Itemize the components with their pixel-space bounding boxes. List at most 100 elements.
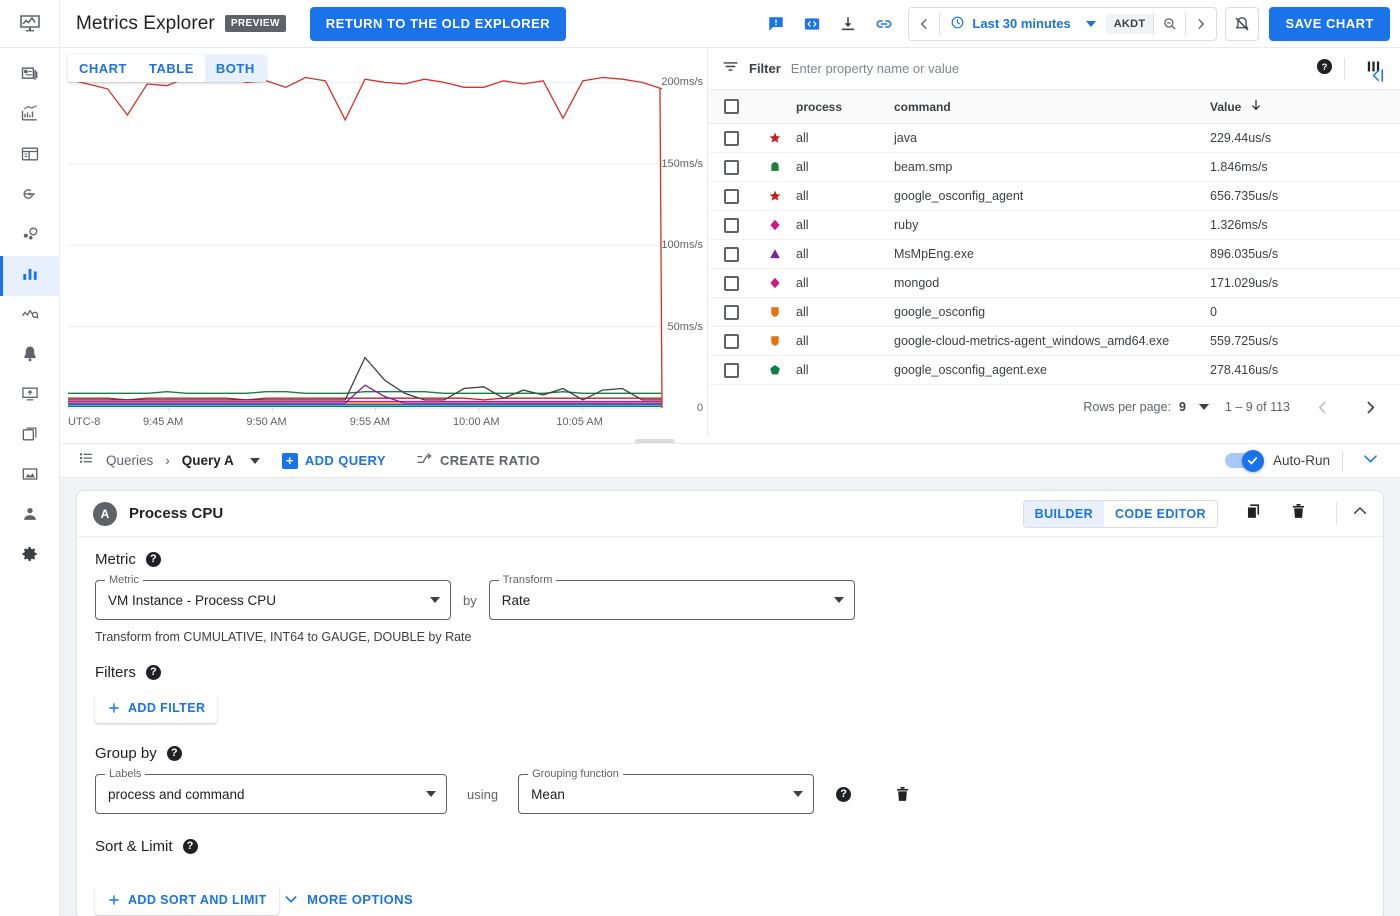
row-checkbox[interactable]	[723, 304, 739, 320]
cell-process: all	[796, 218, 809, 232]
auto-run-toggle[interactable]	[1224, 449, 1264, 472]
help-icon[interactable]: ?	[182, 839, 198, 854]
table-row[interactable]: all ruby 1.326ms/s	[708, 211, 1400, 240]
help-icon[interactable]: ?	[1315, 57, 1334, 81]
row-checkbox[interactable]	[723, 159, 739, 175]
column-header-process[interactable]: process	[796, 100, 894, 114]
filter-input[interactable]	[790, 61, 1305, 76]
row-checkbox[interactable]	[723, 362, 739, 378]
download-icon[interactable]	[832, 8, 864, 40]
chevron-down-icon[interactable]	[1355, 449, 1386, 473]
help-icon[interactable]: ?	[836, 786, 852, 802]
time-next-button[interactable]	[1186, 8, 1216, 40]
sidebar-item-dashboards[interactable]	[0, 56, 60, 96]
delete-group-by-icon[interactable]	[893, 785, 912, 804]
sidebar-item-settings[interactable]	[0, 536, 60, 576]
table-row[interactable]: all MsMpEng.exe 896.035us/s	[708, 240, 1400, 269]
create-ratio-button[interactable]: CREATE RATIO	[416, 451, 540, 471]
transform-select[interactable]: Transform Rate	[488, 574, 855, 620]
sidebar-item-services[interactable]	[0, 136, 60, 176]
trash-icon[interactable]	[1289, 502, 1308, 526]
code-icon[interactable]	[796, 8, 828, 40]
metrics-line-chart[interactable]	[60, 48, 708, 436]
row-checkbox[interactable]	[723, 246, 739, 262]
series-marker-icon	[754, 248, 796, 260]
view-mode-both[interactable]: BOTH	[204, 55, 266, 82]
row-checkbox[interactable]	[723, 275, 739, 291]
table-row[interactable]: all google_osconfig_agent 656.735us/s	[708, 182, 1400, 211]
queries-label[interactable]: Queries	[106, 453, 153, 468]
monitoring-logo-icon[interactable]	[0, 0, 60, 48]
return-to-old-explorer-button[interactable]: RETURN TO THE OLD EXPLORER	[309, 6, 567, 41]
help-icon[interactable]: ?	[166, 746, 182, 761]
add-sort-and-limit-button[interactable]: ADD SORT AND LIMIT	[95, 885, 279, 915]
alert-off-icon[interactable]	[1225, 6, 1260, 41]
sidebar-item-sync[interactable]	[0, 416, 60, 456]
time-prev-button[interactable]	[909, 8, 939, 40]
row-checkbox[interactable]	[723, 130, 739, 146]
view-mode-chart[interactable]: CHART	[68, 55, 138, 82]
help-icon[interactable]: ?	[145, 552, 161, 567]
tab-builder[interactable]: BUILDER	[1023, 500, 1104, 527]
sidebar-item-profile[interactable]	[0, 496, 60, 536]
sidebar-item-metrics-explorer[interactable]	[0, 256, 60, 296]
sidebar-item-uptime-checks[interactable]	[0, 176, 60, 216]
x-axis-timezone-label: UTC-8	[68, 416, 101, 428]
sidebar-item-alerting[interactable]	[0, 336, 60, 376]
timezone-chip[interactable]: AKDT	[1105, 13, 1154, 34]
group-by-labels-select[interactable]: Labels process and command	[95, 768, 447, 814]
arrow-down-icon[interactable]	[1249, 98, 1263, 115]
chevron-down-icon	[793, 791, 804, 797]
column-header-value[interactable]: Value	[1210, 100, 1241, 114]
grid-panel-icon	[20, 144, 40, 169]
query-card-title: Process CPU	[129, 505, 224, 522]
more-options-button[interactable]: MORE OPTIONS	[283, 891, 413, 907]
table-row[interactable]: all java 229.44us/s	[708, 124, 1400, 153]
sidebar-item-uptime[interactable]	[0, 376, 60, 416]
gear-icon	[20, 544, 40, 569]
column-header-command[interactable]: command	[894, 100, 1210, 114]
pagination-prev-button[interactable]	[1306, 391, 1338, 423]
view-mode-toggle: CHART TABLE BOTH	[68, 55, 266, 82]
table-row[interactable]: all google_osconfig_agent.exe 278.416us/s	[708, 356, 1400, 385]
select-all-checkbox[interactable]	[723, 99, 739, 114]
row-checkbox[interactable]	[723, 217, 739, 233]
table-row[interactable]: all google_osconfig 0	[708, 298, 1400, 327]
left-nav-rail	[0, 0, 60, 916]
sidebar-item-trace-explorer[interactable]	[0, 296, 60, 336]
link-icon[interactable]	[868, 8, 900, 40]
duplicate-icon[interactable]	[1244, 502, 1263, 526]
sidebar-item-snapshot[interactable]	[0, 456, 60, 496]
metric-section-title: Metric	[95, 551, 136, 568]
x-axis-tick-label: 9:45 AM	[142, 416, 184, 428]
tab-code-editor[interactable]: CODE EDITOR	[1104, 500, 1217, 527]
create-ratio-label: CREATE RATIO	[439, 453, 541, 468]
zoom-out-icon[interactable]	[1154, 8, 1185, 40]
collapse-panel-icon[interactable]	[1362, 60, 1392, 90]
cell-process: all	[796, 247, 809, 261]
filter-icon[interactable]	[722, 58, 739, 80]
table-row[interactable]: all google-cloud-metrics-agent_windows_am…	[708, 327, 1400, 356]
table-row[interactable]: all beam.smp 1.846ms/s	[708, 153, 1400, 182]
chevron-up-icon[interactable]	[1336, 502, 1369, 525]
sidebar-item-metrics-scope[interactable]	[0, 96, 60, 136]
time-range-selector[interactable]: Last 30 minutes	[940, 15, 1105, 33]
view-mode-table[interactable]: TABLE	[138, 55, 205, 82]
row-checkbox[interactable]	[723, 333, 739, 349]
feedback-icon[interactable]	[760, 8, 792, 40]
row-checkbox[interactable]	[723, 188, 739, 204]
add-query-button[interactable]: + ADD QUERY	[281, 452, 386, 469]
grouping-function-select[interactable]: Grouping function Mean	[518, 768, 815, 814]
add-filter-button[interactable]: ADD FILTER	[95, 693, 218, 723]
save-chart-button[interactable]: SAVE CHART	[1269, 6, 1390, 41]
help-icon[interactable]: ?	[145, 665, 161, 680]
metric-select[interactable]: Metric VM Instance - Process CPU	[95, 574, 451, 620]
pagination-next-button[interactable]	[1354, 391, 1386, 423]
query-selector[interactable]: Query A	[182, 453, 260, 468]
sidebar-item-groups[interactable]	[0, 216, 60, 256]
group-by-conjunction: using	[467, 786, 499, 802]
table-row[interactable]: all mongod 171.029us/s	[708, 269, 1400, 298]
metric-field-label: Metric	[105, 574, 143, 586]
queries-list-icon[interactable]	[78, 450, 94, 471]
rows-per-page-select[interactable]: 9	[1179, 400, 1209, 414]
